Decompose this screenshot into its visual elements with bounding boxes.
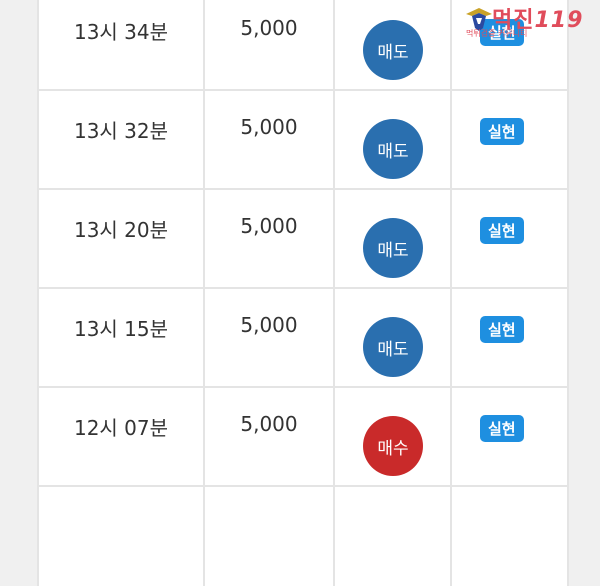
trade-time: 13시 34분 xyxy=(73,20,169,44)
table-row xyxy=(39,487,567,586)
buy-indicator: 매수 xyxy=(363,416,423,476)
table-row: 12시 07분 5,000 매수 실현 xyxy=(39,388,567,487)
status-badge: 실현 xyxy=(480,217,524,244)
watermark-tagline: 먹튀검증 커뮤니티 xyxy=(466,29,528,38)
sell-indicator: 매도 xyxy=(363,218,423,278)
table-row: 13시 20분 5,000 매도 실현 xyxy=(39,190,567,289)
trade-amount: 5,000 xyxy=(240,115,298,139)
trade-time: 13시 32분 xyxy=(73,119,169,143)
sell-indicator: 매도 xyxy=(363,119,423,179)
trade-time: 12시 07분 xyxy=(73,416,169,440)
sell-indicator: 매도 xyxy=(363,317,423,377)
trade-amount: 5,000 xyxy=(240,313,298,337)
trade-time: 13시 20분 xyxy=(73,218,169,242)
watermark-suffix: 119 xyxy=(534,8,584,33)
table-row: 13시 15분 5,000 매도 실현 xyxy=(39,289,567,388)
trade-history-table: 13시 34분 5,000 매도 실현 13시 32분 5,000 매도 실현 … xyxy=(37,0,569,586)
trade-amount: 5,000 xyxy=(240,16,298,40)
status-badge: 실현 xyxy=(480,118,524,145)
trade-amount: 5,000 xyxy=(240,412,298,436)
site-watermark-logo: 먹진119 먹튀검증 커뮤니티 xyxy=(462,2,600,40)
sell-indicator: 매도 xyxy=(363,20,423,80)
status-badge: 실현 xyxy=(480,316,524,343)
status-badge: 실현 xyxy=(480,415,524,442)
trade-amount: 5,000 xyxy=(240,214,298,238)
trade-time: 13시 15분 xyxy=(73,317,169,341)
table-row: 13시 32분 5,000 매도 실현 xyxy=(39,91,567,190)
